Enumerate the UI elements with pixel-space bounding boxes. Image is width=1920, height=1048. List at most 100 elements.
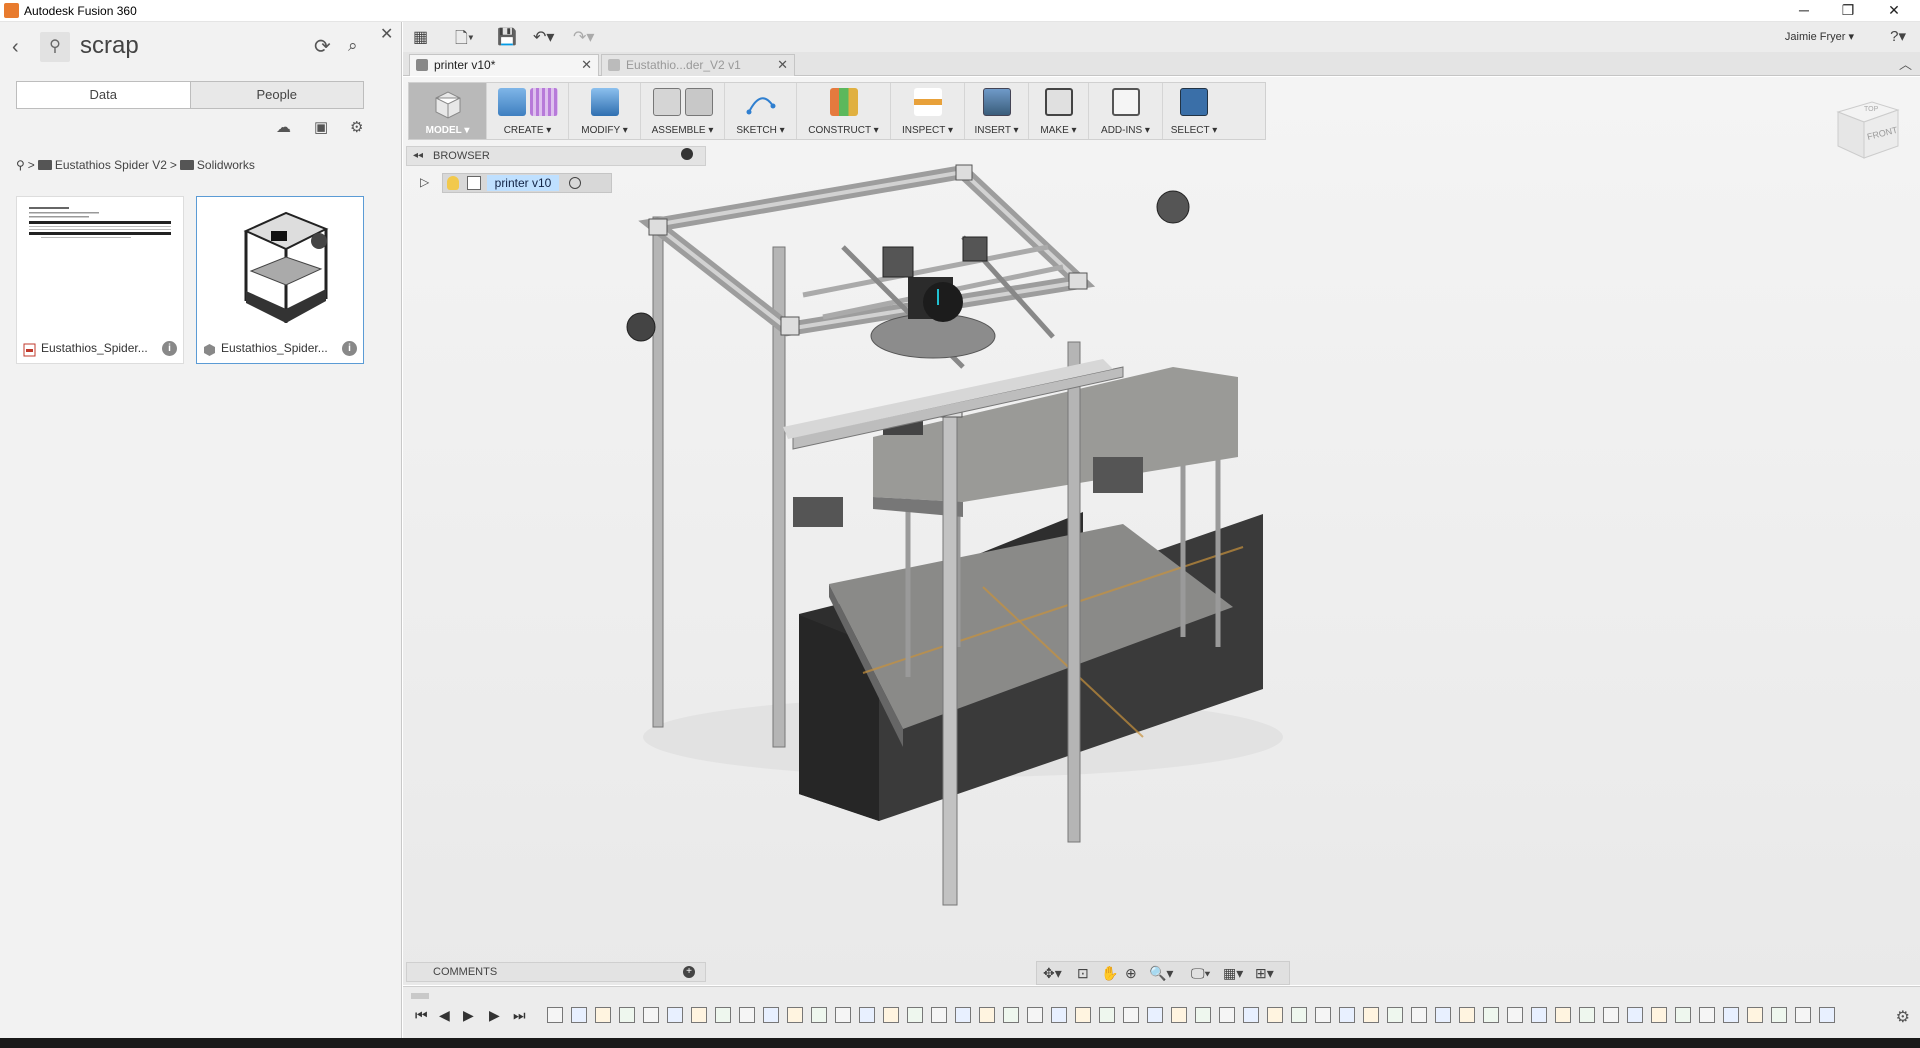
timeline-feature-icon[interactable] [883,1007,899,1023]
timeline-feature-icon[interactable] [907,1007,923,1023]
file-card-selected[interactable]: Eustathios_Spider... i [196,196,364,364]
timeline-feature-icon[interactable] [955,1007,971,1023]
hub-icon[interactable]: ⚲ [16,158,25,172]
timeline-feature-icon[interactable] [1627,1007,1643,1023]
timeline-feature-icon[interactable] [835,1007,851,1023]
comments-panel[interactable]: COMMENTS + [406,962,706,982]
file-card[interactable]: Eustathios_Spider... i [16,196,184,364]
timeline-feature-icon[interactable] [1435,1007,1451,1023]
restore-button[interactable]: ❐ [1826,0,1870,22]
timeline-feature-icon[interactable] [619,1007,635,1023]
insert-menu[interactable]: INSERT ▾ [965,83,1029,139]
timeline-feature-icon[interactable] [1195,1007,1211,1023]
save-icon[interactable]: 💾 [497,27,517,47]
info-icon[interactable]: i [342,341,357,356]
plane-icon[interactable] [829,88,858,116]
timeline-feature-icon[interactable] [1747,1007,1763,1023]
timeline-feature-icon[interactable] [931,1007,947,1023]
timeline-feature-icon[interactable] [1219,1007,1235,1023]
close-window-button[interactable]: ✕ [1872,0,1916,22]
construct-menu[interactable]: CONSTRUCT ▾ [797,83,891,139]
workspace-model-menu[interactable]: MODEL ▾ [409,83,487,139]
sketch-menu[interactable]: SKETCH ▾ [725,83,797,139]
help-menu[interactable]: ?▾ [1890,27,1906,45]
timeline-feature-icon[interactable] [1123,1007,1139,1023]
printer-model[interactable] [403,77,1920,985]
assemble-menu[interactable]: ASSEMBLE ▾ [641,83,725,139]
minimize-browser-icon[interactable] [681,148,693,160]
browser-panel-header[interactable]: ◂◂ BROWSER [406,146,706,166]
data-panel-grid-icon[interactable]: ▦ [413,27,428,47]
timeline-feature-icon[interactable] [1651,1007,1667,1023]
play-icon[interactable]: ▶ [489,1007,500,1024]
timeline-feature-icon[interactable] [1675,1007,1691,1023]
file-menu-icon[interactable]: 🗋▾ [455,27,474,54]
timeline-feature-icon[interactable] [571,1007,587,1023]
timeline-feature-icon[interactable] [739,1007,755,1023]
tab-data[interactable]: Data [17,82,191,108]
timeline-feature-icon[interactable] [1483,1007,1499,1023]
create-menu[interactable]: CREATE ▾ [487,83,569,139]
display-settings-icon[interactable]: 🖵▾ [1191,965,1210,982]
zoom-icon[interactable]: ⊕ [1125,965,1137,982]
look-at-icon[interactable]: ⊡ [1077,965,1089,982]
timeline-feature-icon[interactable] [1411,1007,1427,1023]
step-back-icon[interactable]: ◀ [439,1007,450,1024]
step-forward-icon[interactable]: ▶ [463,1007,474,1024]
3d-canvas[interactable] [403,77,1920,985]
fit-icon[interactable]: 🔍▾ [1149,965,1173,982]
timeline-feature-icon[interactable] [1291,1007,1307,1023]
scripts-icon[interactable] [1111,88,1140,116]
timeline-feature-icon[interactable] [1771,1007,1787,1023]
timeline-feature-icon[interactable] [715,1007,731,1023]
timeline-feature-icon[interactable] [1003,1007,1019,1023]
timeline-feature-icon[interactable] [1579,1007,1595,1023]
make-menu[interactable]: MAKE ▾ [1029,83,1089,139]
timeline-feature-icon[interactable] [547,1007,563,1023]
measure-icon[interactable] [913,88,942,116]
select-icon[interactable] [1180,88,1208,116]
timeline-feature-icon[interactable] [811,1007,827,1023]
timeline-feature-icon[interactable] [595,1007,611,1023]
timeline-feature-icon[interactable] [859,1007,875,1023]
go-to-start-icon[interactable]: ⏮ [415,1007,428,1024]
redo-icon[interactable]: ↷▾ [573,27,594,47]
pan-icon[interactable]: ✋ [1101,965,1118,982]
timeline-feature-icon[interactable] [1819,1007,1835,1023]
collapse-left-icon[interactable]: ◂◂ [413,147,423,165]
viewcube[interactable]: TOP FRONT [1832,96,1902,166]
timeline-feature-icon[interactable] [1603,1007,1619,1023]
breadcrumb-item[interactable]: Eustathios Spider V2 [55,158,167,172]
upload-icon[interactable]: ☁ [276,118,291,136]
timeline-feature-icon[interactable] [1243,1007,1259,1023]
form-icon[interactable] [529,88,558,116]
tab-printer-v10[interactable]: printer v10* ✕ [409,54,599,76]
timeline-feature-icon[interactable] [1147,1007,1163,1023]
new-folder-icon[interactable]: ▣ [314,118,328,136]
tab-eustathios[interactable]: Eustathio...der_V2 v1 ✕ [601,54,795,76]
visibility-bulb-icon[interactable] [447,176,459,190]
timeline-feature-icon[interactable] [979,1007,995,1023]
timeline-feature-icon[interactable] [1459,1007,1475,1023]
timeline-scrollbar[interactable] [411,993,429,999]
close-tab-icon[interactable]: ✕ [581,55,592,75]
close-panel-icon[interactable]: ✕ [380,24,393,44]
go-to-end-icon[interactable]: ⏭ [513,1007,526,1024]
user-menu[interactable]: Jaimie Fryer ▾ [1785,30,1854,43]
minimize-button[interactable]: ─ [1782,0,1826,22]
close-tab-icon[interactable]: ✕ [777,55,788,75]
grid-settings-icon[interactable]: ▦▾ [1223,965,1243,982]
tree-node[interactable]: printer v10 [442,173,612,193]
timeline-feature-icon[interactable] [691,1007,707,1023]
timeline-feature-icon[interactable] [1027,1007,1043,1023]
press-pull-icon[interactable] [590,88,619,116]
settings-gear-icon[interactable]: ⚙ [350,118,363,136]
timeline-feature-icon[interactable] [1267,1007,1283,1023]
add-ins-menu[interactable]: ADD-INS ▾ [1089,83,1163,139]
inspect-menu[interactable]: INSPECT ▾ [891,83,965,139]
timeline-feature-icon[interactable] [1315,1007,1331,1023]
root-component-label[interactable]: printer v10 [487,175,559,191]
timeline-feature-icon[interactable] [1531,1007,1547,1023]
timeline-feature-icon[interactable] [787,1007,803,1023]
timeline-feature-icon[interactable] [1699,1007,1715,1023]
